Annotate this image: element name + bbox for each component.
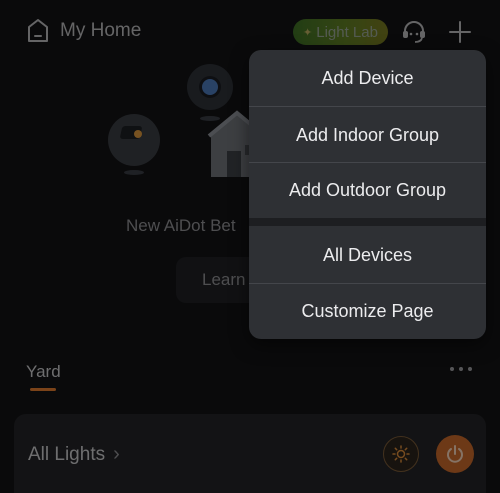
light-lab-button[interactable]: ✦ Light Lab: [293, 19, 388, 45]
banner-text: New AiDot Bet: [126, 216, 236, 235]
menu-item-customize-page[interactable]: Customize Page: [249, 283, 486, 339]
power-icon: [447, 445, 463, 463]
home-selector[interactable]: My Home: [26, 18, 141, 44]
support-agent-icon[interactable]: [401, 20, 427, 44]
menu-item-add-indoor-group[interactable]: Add Indoor Group: [249, 107, 486, 163]
power-toggle-button[interactable]: [436, 435, 474, 473]
add-menu: Add Device Add Indoor Group Add Outdoor …: [249, 50, 486, 339]
menu-section-gap: [249, 218, 486, 226]
camera-device-icon: [187, 64, 233, 110]
menu-item-add-device[interactable]: Add Device: [249, 50, 486, 106]
all-lights-link[interactable]: All Lights ›: [28, 443, 120, 466]
home-title: My Home: [60, 20, 142, 41]
all-lights-card[interactable]: All Lights ›: [14, 414, 486, 493]
tab-yard[interactable]: Yard: [26, 362, 61, 382]
more-options-icon[interactable]: [450, 367, 476, 375]
all-lights-label: All Lights: [28, 443, 106, 465]
spotlight-shadow: [124, 170, 144, 175]
add-plus-icon[interactable]: [448, 20, 472, 44]
sun-icon: [392, 445, 410, 463]
chevron-right-icon: ›: [113, 443, 120, 465]
spotlight-device-icon: [108, 114, 160, 166]
tab-selected-indicator: [30, 388, 56, 391]
brightness-button[interactable]: [383, 436, 419, 472]
sparkle-icon: ✦: [303, 26, 313, 39]
menu-item-all-devices[interactable]: All Devices: [249, 227, 486, 283]
menu-item-add-outdoor-group[interactable]: Add Outdoor Group: [249, 162, 486, 218]
light-lab-label: Light Lab: [316, 23, 378, 41]
home-icon: [28, 19, 48, 42]
